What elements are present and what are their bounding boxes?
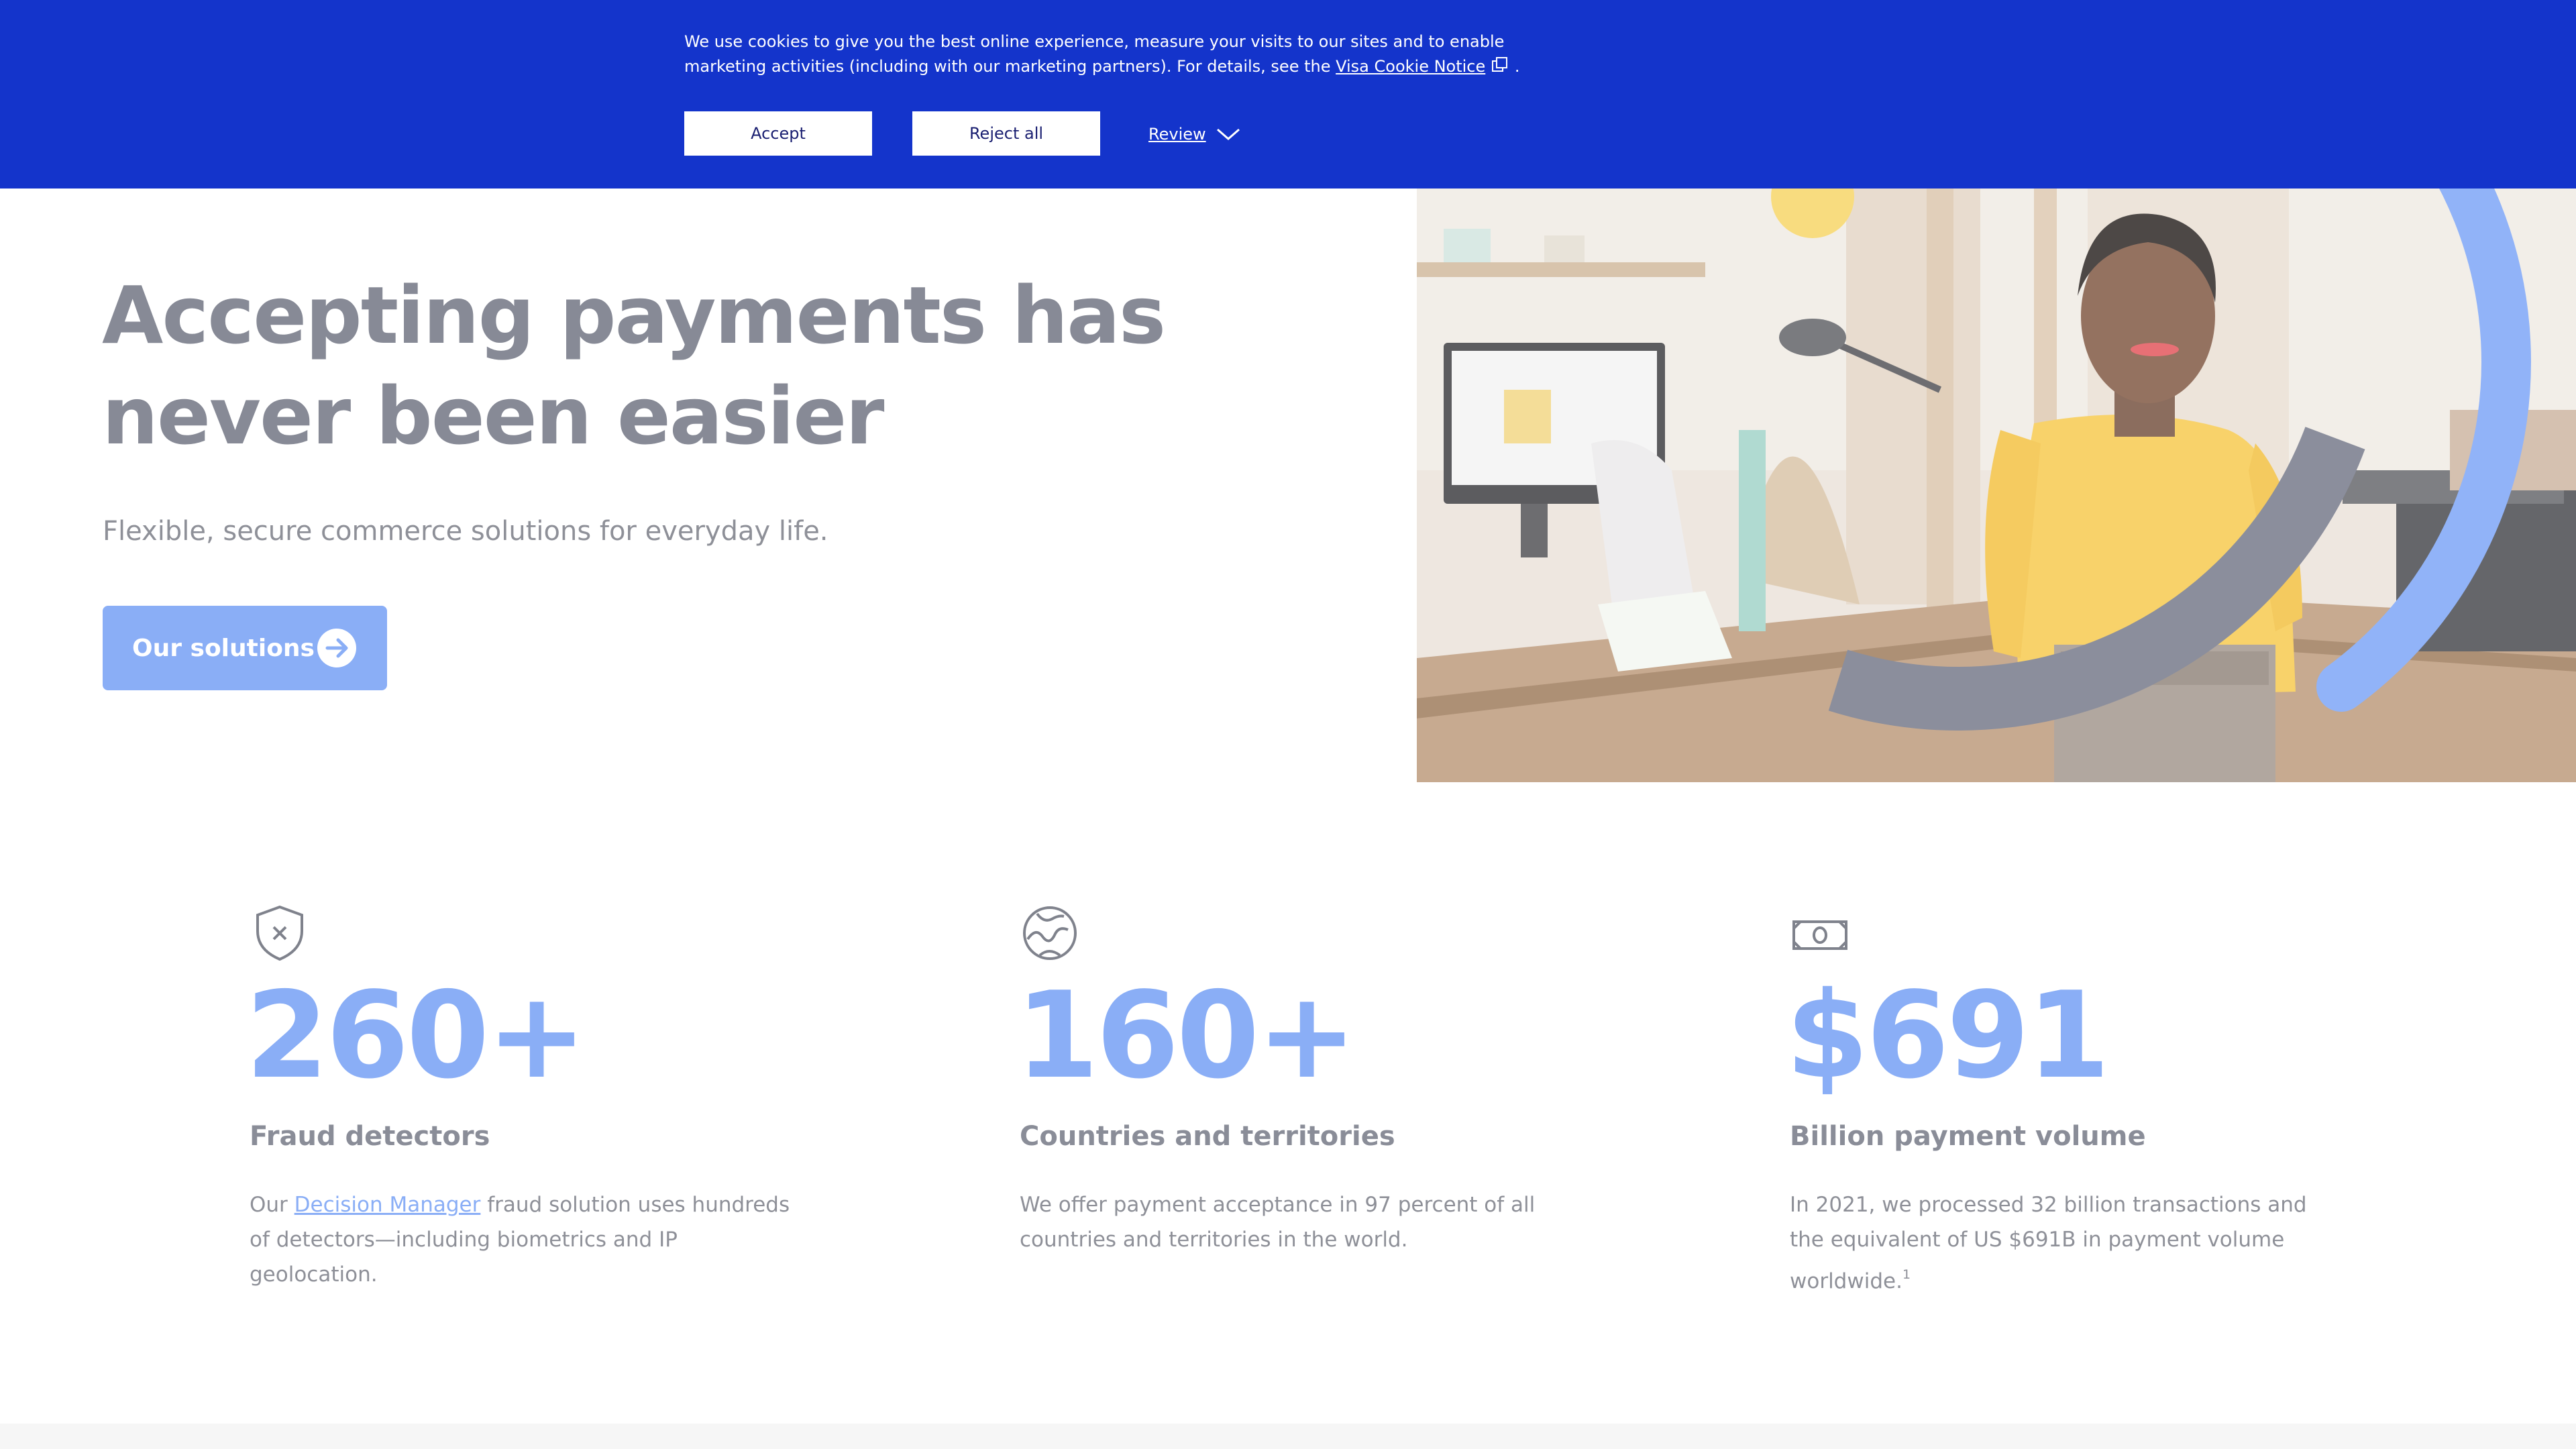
reject-all-cookies-button[interactable]: Reject all <box>912 111 1100 156</box>
stat-description: Our Decision Manager fraud solution uses… <box>250 1187 800 1292</box>
review-label: Review <box>1148 125 1206 144</box>
stat-label: Billion payment volume <box>1790 1121 2146 1152</box>
banknote-icon <box>1792 920 1847 950</box>
stat-value: 160+ <box>1016 966 1357 1105</box>
globe-icon <box>1023 906 1077 960</box>
our-solutions-label: Our solutions <box>132 634 315 662</box>
hero-title: Accepting payments has never been easier <box>102 269 1166 462</box>
stat-value: 260+ <box>246 966 587 1105</box>
arrow-right-circle-icon <box>317 629 356 667</box>
stat-value: $691 <box>1786 966 2110 1105</box>
hero-subtitle: Flexible, secure commerce solutions for … <box>103 516 828 547</box>
stat-label: Fraud detectors <box>250 1121 490 1152</box>
cookie-banner: We use cookies to give you the best onli… <box>0 0 2576 189</box>
stat-description: In 2021, we processed 32 billion transac… <box>1790 1187 2340 1299</box>
chevron-down-icon <box>1216 128 1240 140</box>
decision-manager-link[interactable]: Decision Manager <box>294 1193 481 1217</box>
next-section-band <box>0 1424 2576 1449</box>
stat-desc-text: In 2021, we processed 32 billion transac… <box>1790 1193 2307 1293</box>
external-link-icon <box>1492 57 1508 72</box>
cookie-notice-link[interactable]: Visa Cookie Notice <box>1336 57 1485 76</box>
review-cookies-toggle[interactable]: Review <box>1148 121 1241 148</box>
footnote-marker[interactable]: 1 <box>1902 1267 1911 1282</box>
stat-description: We offer payment acceptance in 97 percen… <box>1020 1193 1536 1252</box>
our-solutions-button[interactable]: Our solutions <box>103 606 387 690</box>
accept-cookies-button[interactable]: Accept <box>684 111 872 156</box>
stat-label: Countries and territories <box>1020 1121 1395 1152</box>
hero-photo <box>1417 189 2576 782</box>
cookie-message: We use cookies to give you the best onli… <box>684 30 1550 79</box>
shield-x-icon <box>256 905 303 961</box>
stat-desc-start: Our <box>250 1193 294 1217</box>
cookie-message-end: . <box>1509 57 1520 76</box>
